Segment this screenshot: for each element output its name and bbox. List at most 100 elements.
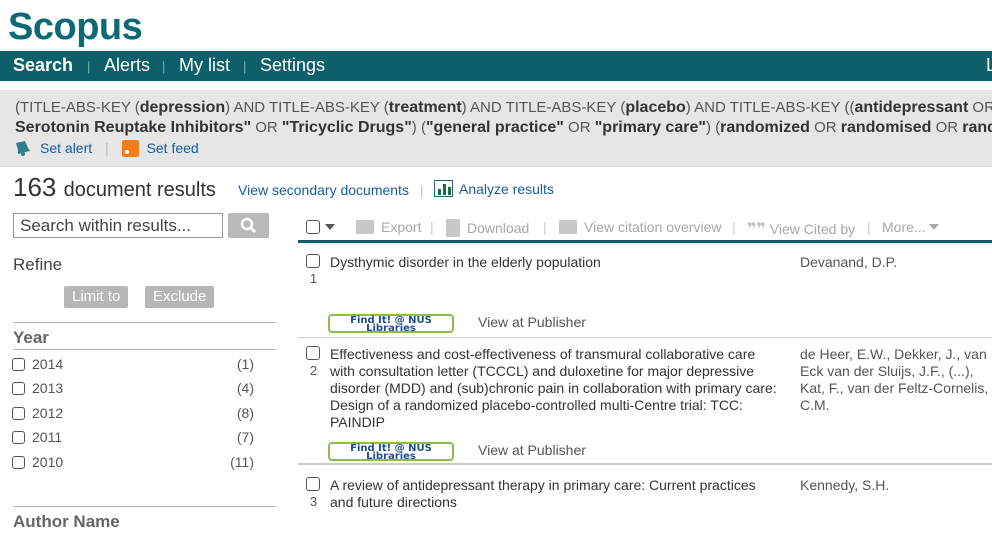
rss-icon [121,140,139,157]
year-label: 2012 [32,405,64,421]
year-facet-item[interactable]: 2011 (7) [12,429,254,447]
scopus-logo[interactable]: Scopus [8,6,143,49]
year-facet-title[interactable]: Year [13,328,49,348]
year-count: (8) [236,405,254,421]
cited-by-label: View Cited by [769,221,856,237]
year-label: 2011 [32,429,63,445]
query-term: depression [139,99,226,116]
query-operator: ) AND TITLE-ABS-KEY (( [685,99,855,116]
exclude-button[interactable]: Exclude [145,286,215,308]
chevron-down-icon[interactable] [325,224,335,230]
query-term: antidepressant [854,99,969,116]
query-operator: OR [972,99,992,116]
nav-login[interactable]: L [986,55,992,76]
analyze-results-label: Analyze results [459,181,554,197]
refine-heading: Refine [13,255,63,274]
query-actions: Set alert | Set feed [14,140,199,157]
export-icon [356,220,374,234]
view-citation-overview-button[interactable]: View citation overview [559,219,721,235]
result-title[interactable]: Effectiveness and cost-effectiveness of … [330,346,780,431]
query-operator: OR [563,119,595,136]
nav-my-list[interactable]: My list [179,55,230,76]
query-term: Serotonin Reuptake Inhibitors" [15,119,252,136]
find-it-nus-libraries-button[interactable]: Find It! @ NUS Libraries [328,442,454,462]
download-icon [446,219,460,237]
query-term: randomised [840,119,932,136]
nav-alerts[interactable]: Alerts [104,55,150,76]
year-facet-item[interactable]: 2012 (8) [12,405,254,423]
year-checkbox[interactable] [12,431,25,444]
query-term: placebo [625,99,686,116]
divider [13,506,276,507]
query-operator: ) AND TITLE-ABS-KEY ( [225,99,389,116]
search-within-input[interactable]: Search within results... [13,213,223,238]
result-item: 2 Effectiveness and cost-effectiveness o… [298,338,992,464]
separator: | [732,219,736,235]
year-label: 2013 [32,380,64,396]
year-label: 2014 [32,356,64,372]
year-count: (1) [236,356,254,372]
download-button[interactable]: Download [446,219,529,237]
find-it-nus-libraries-button[interactable]: Find It! @ NUS Libraries [328,314,454,334]
query-operator: ) AND TITLE-ABS-KEY ( [461,99,626,116]
year-checkbox[interactable] [12,407,25,420]
separator: | [430,219,434,235]
year-checkbox[interactable] [12,382,25,395]
view-secondary-documents-link[interactable]: View secondary documents [238,182,409,198]
analyze-results-link[interactable]: Analyze results [434,180,554,197]
set-alert-link[interactable]: Set alert [40,140,92,156]
query-term: "Tricyclic Drugs" [281,119,412,136]
search-icon [240,217,257,234]
select-all-checkbox[interactable] [306,220,320,234]
download-label: Download [467,220,530,236]
year-count: (4) [236,380,254,396]
search-within-button[interactable] [228,213,269,238]
view-at-publisher-link[interactable]: View at Publisher [478,314,586,330]
result-authors[interactable]: de Heer, E.W., Dekker, J., van Eck van d… [800,346,990,414]
result-count-label: document results [63,179,216,201]
divider [13,322,276,323]
result-title[interactable]: Dysthymic disorder in the elderly popula… [330,254,780,271]
author-name-facet-title[interactable]: Author Name [13,512,120,532]
result-checkbox[interactable] [306,477,320,491]
year-checkbox[interactable] [12,358,25,371]
limit-to-button[interactable]: Limit to [64,286,129,308]
year-checkbox[interactable] [12,456,25,469]
quote-icon: ❞❞ [747,221,766,238]
result-checkbox[interactable] [306,254,320,268]
result-count: 163 document results [13,172,216,203]
export-label: Export [381,219,422,235]
result-number: 1 [309,271,318,286]
results-toolbar: Export | Download | View citation overvi… [298,213,992,243]
result-authors[interactable]: Kennedy, S.H. [800,477,990,494]
year-count: (7) [236,429,254,445]
main-nav: Search | Alerts | My list | Settings L [0,51,992,81]
nav-separator: | [162,59,166,74]
result-item: 1 Dysthymic disorder in the elderly popu… [298,246,992,338]
query-term: "general practice" [425,119,564,136]
year-facet-item[interactable]: 2010 (11) [12,454,254,472]
view-cited-by-button[interactable]: ❞❞ View Cited by [747,219,855,239]
separator: | [420,183,424,198]
query-operator: (TITLE-ABS-KEY ( [15,99,140,116]
nav-settings[interactable]: Settings [260,55,325,76]
year-facet-item[interactable]: 2013 (4) [12,380,254,398]
year-count: (11) [230,454,254,470]
result-number: 3 [309,494,318,509]
nav-search[interactable]: Search [13,55,73,76]
set-feed-link[interactable]: Set feed [147,140,199,156]
query-term: rand [962,119,992,136]
citation-chart-icon [559,220,577,234]
query-line-2: Serotonin Reuptake Inhibitors" OR "Tricy… [15,119,992,137]
query-operator: OR [809,119,841,136]
separator: | [543,219,547,235]
select-all-control[interactable] [306,219,335,235]
result-authors[interactable]: Devanand, D.P. [800,254,990,271]
result-checkbox[interactable] [306,346,320,360]
divider [13,349,276,350]
year-facet-item[interactable]: 2014 (1) [12,356,254,374]
more-menu[interactable]: More... [882,219,940,235]
result-title[interactable]: A review of antidepressant therapy in pr… [330,477,780,511]
export-button[interactable]: Export [356,219,421,235]
view-at-publisher-link[interactable]: View at Publisher [478,442,586,458]
